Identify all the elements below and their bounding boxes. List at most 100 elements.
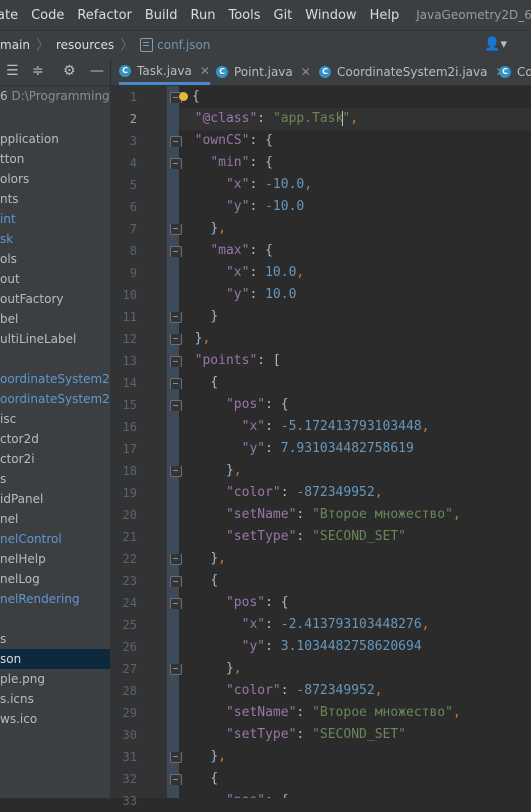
- line-number: 23: [122, 574, 137, 588]
- tree-item[interactable]: nelLog: [0, 569, 110, 589]
- code-token: 10.0: [265, 287, 297, 302]
- tree-item[interactable]: s.icns: [0, 689, 110, 709]
- tree-item[interactable]: ols: [0, 249, 110, 269]
- code-token: "SECOND_SET": [312, 529, 406, 544]
- tree-item[interactable]: isc: [0, 409, 110, 429]
- tree-item[interactable]: bel: [0, 309, 110, 329]
- user-icon[interactable]: 👤▾: [484, 37, 507, 52]
- code-token: :: [296, 529, 313, 544]
- code-token: "setType": [225, 529, 297, 544]
- line-number: 31: [122, 750, 137, 764]
- tree-item[interactable]: idPanel: [0, 489, 110, 509]
- code-line: "pos": {: [179, 592, 289, 614]
- tree-item[interactable]: int: [0, 209, 110, 229]
- tree-item[interactable]: pplication: [0, 129, 110, 149]
- tree-item[interactable]: s: [0, 469, 110, 489]
- code-token: ,: [374, 485, 383, 500]
- line-number: 10: [122, 288, 137, 302]
- line-number: 11: [122, 310, 137, 324]
- tree-item[interactable]: ultiLineLabel: [0, 329, 110, 349]
- breadcrumb-main[interactable]: main: [0, 38, 30, 52]
- tree-item[interactable]: sk: [0, 229, 110, 249]
- tree-item[interactable]: out: [0, 269, 110, 289]
- code-editor[interactable]: { "@class": "app.Task", "ownCS": { "min"…: [179, 86, 531, 798]
- tab-label: Point.java: [234, 65, 293, 79]
- collapse-all-icon[interactable]: ≑: [32, 63, 44, 79]
- line-number: 32: [122, 772, 137, 786]
- tree-item[interactable]: ws.ico: [0, 709, 110, 729]
- tree-item[interactable]: nts: [0, 189, 110, 209]
- tab-point-java[interactable]: C Point.java ✕: [216, 59, 311, 85]
- expand-all-icon[interactable]: ☰: [6, 63, 19, 79]
- lightbulb-icon[interactable]: [179, 92, 188, 101]
- menu-refactor[interactable]: Refactor: [77, 8, 132, 23]
- code-line: },: [179, 218, 226, 240]
- code-token: : [: [257, 353, 281, 368]
- project-root-name: 6: [0, 89, 8, 103]
- menu-code[interactable]: Code: [31, 8, 64, 23]
- tab-overflow[interactable]: C Co: [499, 59, 531, 85]
- code-line: "setName": "Второе множество",: [179, 504, 461, 526]
- tree-item[interactable]: nel: [0, 509, 110, 529]
- project-root[interactable]: 6 D:\Programming\J: [0, 86, 110, 106]
- code-line: },: [179, 460, 242, 482]
- breadcrumb-resources[interactable]: resources: [56, 38, 114, 52]
- close-icon[interactable]: ✕: [301, 59, 311, 85]
- tree-item[interactable]: ctor2d: [0, 429, 110, 449]
- code-token: ,: [218, 749, 226, 764]
- line-number: 33: [122, 794, 137, 808]
- tab-task-java[interactable]: C Task.java ✕: [119, 59, 210, 85]
- code-token: ,: [233, 661, 242, 676]
- menu-navigate[interactable]: ate: [0, 8, 18, 23]
- line-number: 9: [129, 266, 137, 280]
- code-token: }: [210, 551, 219, 566]
- code-token: :: [249, 287, 266, 302]
- tree-item[interactable]: nelControl: [0, 529, 110, 549]
- tree-item[interactable]: son: [0, 649, 110, 669]
- code-token: -10.0: [265, 199, 305, 214]
- code-line: "setType": "SECOND_SET": [179, 526, 406, 548]
- tree-item[interactable]: oordinateSystem2d: [0, 369, 110, 389]
- close-icon[interactable]: ✕: [200, 59, 210, 84]
- code-token: ,: [218, 221, 226, 236]
- tree-item[interactable]: ctor2i: [0, 449, 110, 469]
- menu-tools[interactable]: Tools: [228, 8, 260, 23]
- tree-item[interactable]: ple.png: [0, 669, 110, 689]
- code-token: -5.172413793103448: [280, 419, 422, 434]
- tree-item[interactable]: nelRendering: [0, 589, 110, 609]
- line-number: 28: [122, 684, 137, 698]
- gear-icon[interactable]: ⚙: [63, 63, 76, 79]
- tree-item[interactable]: nelHelp: [0, 549, 110, 569]
- hide-icon[interactable]: —: [90, 63, 104, 79]
- tree-item[interactable]: s: [0, 629, 110, 649]
- code-token: "setType": [225, 727, 297, 742]
- menu-window[interactable]: Window: [305, 8, 356, 23]
- editor-tabs: C Task.java ✕ C Point.java ✕ C Coordinat…: [111, 59, 531, 86]
- line-number: 27: [122, 662, 137, 676]
- tree-item[interactable]: olors: [0, 169, 110, 189]
- tree-item[interactable]: oordinateSystem2i: [0, 389, 110, 409]
- line-number: 18: [122, 464, 137, 478]
- menu-build[interactable]: Build: [145, 8, 178, 23]
- menu-run[interactable]: Run: [191, 8, 216, 23]
- chevron-right-icon: 〉: [120, 38, 135, 54]
- menu-help[interactable]: Help: [370, 8, 400, 23]
- tree-item[interactable]: outFactory: [0, 289, 110, 309]
- code-token: "ownCS": [194, 133, 250, 148]
- line-number: 22: [122, 552, 137, 566]
- code-line: {: [179, 768, 218, 790]
- line-number: 8: [129, 244, 137, 258]
- line-number: 12: [122, 332, 137, 346]
- tab-coordinatesystem2i-java[interactable]: C CoordinateSystem2i.java ✕: [319, 59, 506, 85]
- code-token: -2.413793103448276: [280, 617, 422, 632]
- tab-label: CoordinateSystem2i.java: [337, 65, 488, 79]
- breadcrumb-file[interactable]: conf.json: [140, 38, 210, 52]
- menu-git[interactable]: Git: [274, 8, 293, 23]
- tab-label: Co: [517, 65, 531, 79]
- tree-item[interactable]: tton: [0, 149, 110, 169]
